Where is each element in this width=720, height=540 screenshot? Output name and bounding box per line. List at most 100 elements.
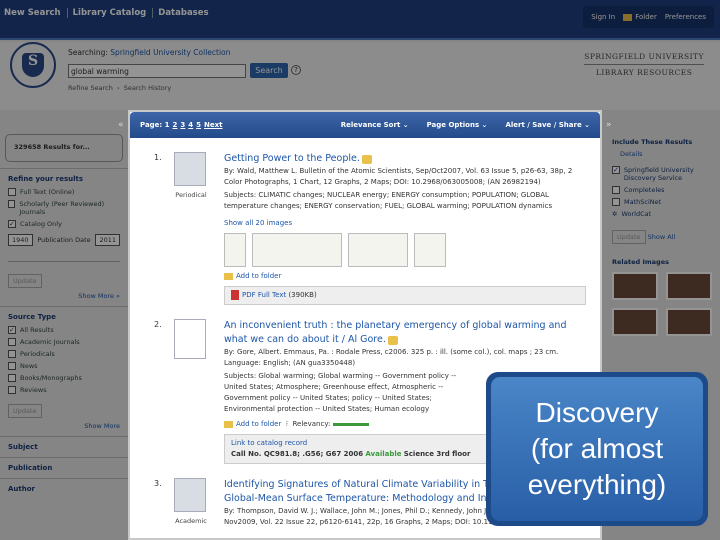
source-books[interactable]: Books/Monographs	[8, 374, 120, 382]
lock-icon	[388, 335, 399, 345]
checkbox[interactable]	[8, 200, 16, 208]
search-input[interactable]: global warming	[68, 64, 246, 78]
image-thumbnail[interactable]	[224, 233, 246, 267]
refine-search-link[interactable]: Refine Search	[68, 84, 113, 92]
nav-databases[interactable]: Databases	[152, 8, 209, 18]
source-label: Periodicals	[20, 350, 55, 358]
source-label: Springfield University Discovery Service	[623, 166, 694, 182]
facet-subject[interactable]: Subject	[0, 436, 128, 457]
page-link[interactable]: 4	[188, 121, 193, 129]
checkbox[interactable]	[612, 198, 620, 206]
relevancy-label: Relevancy:	[292, 420, 331, 428]
show-images-link[interactable]: Show all 20 images	[224, 218, 586, 229]
sign-in-link[interactable]: Sign In	[591, 13, 615, 21]
source-completeles[interactable]: Completeles	[612, 186, 710, 194]
pdf-icon	[231, 290, 239, 300]
image-thumbnail[interactable]	[414, 233, 446, 267]
facet-author[interactable]: Author	[0, 478, 128, 499]
help-icon[interactable]: ?	[291, 65, 301, 75]
result-item: 1. Periodical Getting Power to the Peopl…	[130, 152, 600, 305]
result-meta: By: Wald, Matthew L. Bulletin of the Ato…	[224, 167, 573, 186]
result-type: Academic	[175, 517, 207, 525]
pdf-full-text-link[interactable]: PDF Full Text	[242, 291, 286, 299]
update-button[interactable]: Update	[612, 230, 646, 244]
source-worldcat[interactable]: ✲ WorldCat	[612, 210, 710, 218]
call-number: Call No. QC981.8; .G56; G67 2006	[231, 450, 364, 458]
result-number: 1.	[154, 153, 162, 162]
limiter-full-text[interactable]: Full Text (Online)	[8, 188, 120, 196]
add-folder-label: Add to folder	[236, 420, 282, 428]
date-from-input[interactable]: 1940	[8, 234, 33, 246]
pagination: Page: 1 2 3 4 5 Next	[140, 121, 323, 129]
book-cover	[174, 319, 208, 363]
include-results-title[interactable]: Include These Results	[612, 138, 710, 146]
facet-publication[interactable]: Publication	[0, 457, 128, 478]
limiter-label: Scholarly (Peer Reviewed) Journals	[19, 200, 105, 216]
source-label: Completeles	[624, 186, 665, 194]
shelf-location: Science 3rd floor	[403, 450, 471, 458]
page-link[interactable]: 2	[173, 121, 178, 129]
image-thumbnail[interactable]	[348, 233, 408, 267]
collapse-right-icon[interactable]: »	[606, 120, 612, 130]
add-to-folder-link[interactable]: Add to folder	[224, 420, 281, 428]
source-type-title[interactable]: Source Type	[8, 313, 120, 321]
source-all[interactable]: ✓ All Results	[8, 326, 120, 334]
source-periodicals[interactable]: Periodicals	[8, 350, 120, 358]
limiter-scholarly[interactable]: Scholarly (Peer Reviewed) Journals	[8, 200, 120, 216]
related-images-title[interactable]: Related Images	[612, 258, 710, 266]
result-subjects: Subjects: CLIMATIC changes; NUCLEAR ener…	[224, 191, 553, 210]
add-to-folder-link[interactable]: Add to folder	[224, 271, 586, 282]
source-mathscinet[interactable]: MathSciNet	[612, 198, 710, 206]
add-folder-label: Add to folder	[236, 272, 282, 280]
collapse-left-icon[interactable]: «	[118, 120, 124, 130]
show-more-link[interactable]: Show More	[8, 422, 120, 430]
checkbox[interactable]	[8, 374, 16, 382]
nav-library-catalog[interactable]: Library Catalog	[66, 8, 146, 18]
show-more-link[interactable]: Show More »	[8, 292, 120, 300]
collection-link[interactable]: Springfield University Collection	[110, 48, 230, 57]
folder-link[interactable]: Folder	[623, 13, 657, 21]
checkbox[interactable]	[612, 186, 620, 194]
results-count[interactable]: 329658 Results for...	[5, 134, 123, 162]
left-sidebar: 329658 Results for... Refine your result…	[0, 128, 128, 540]
update-button[interactable]: Update	[8, 274, 42, 288]
search-history-link[interactable]: Search History	[124, 84, 172, 92]
checkbox[interactable]	[8, 350, 16, 358]
relevance-sort-dropdown[interactable]: Relevance Sort ⌄	[341, 121, 409, 129]
source-label: MathSciNet	[624, 198, 662, 206]
image-thumbnail[interactable]	[252, 233, 342, 267]
related-image[interactable]	[666, 272, 712, 300]
checkbox-checked[interactable]: ✓	[8, 220, 16, 228]
page-link[interactable]: 3	[180, 121, 185, 129]
alert-save-share-dropdown[interactable]: Alert / Save / Share ⌄	[505, 121, 590, 129]
preferences-link[interactable]: Preferences	[665, 13, 706, 21]
related-image[interactable]	[612, 308, 658, 336]
nav-new-search[interactable]: New Search	[4, 8, 61, 18]
checkbox[interactable]	[8, 362, 16, 370]
details-link[interactable]: Details	[620, 150, 710, 158]
search-button[interactable]: Search	[250, 63, 288, 78]
update-button[interactable]: Update	[8, 404, 42, 418]
checkbox-checked[interactable]: ✓	[612, 166, 620, 174]
page-link[interactable]: 5	[196, 121, 201, 129]
source-reviews[interactable]: Reviews	[8, 386, 120, 394]
show-all-link[interactable]: Show All	[648, 233, 676, 241]
page-options-dropdown[interactable]: Page Options ⌄	[427, 121, 488, 129]
date-slider[interactable]	[8, 252, 120, 262]
related-image[interactable]	[612, 272, 658, 300]
checkbox[interactable]	[8, 188, 16, 196]
date-to-input[interactable]: 2011	[95, 234, 120, 246]
refine-title[interactable]: Refine your results	[8, 175, 120, 183]
limiter-catalog-only[interactable]: ✓ Catalog Only	[8, 220, 120, 228]
checkbox[interactable]	[8, 386, 16, 394]
next-page-link[interactable]: Next	[204, 121, 222, 129]
checkbox[interactable]	[8, 338, 16, 346]
result-title[interactable]: Getting Power to the People.	[224, 153, 360, 164]
checkbox-checked[interactable]: ✓	[8, 326, 16, 334]
related-image[interactable]	[666, 308, 712, 336]
source-type-section: Source Type ✓ All Results Academic Journa…	[0, 306, 128, 436]
source-news[interactable]: News	[8, 362, 120, 370]
brand-line-2: LIBRARY RESOURCES	[595, 68, 693, 77]
source-discovery-service[interactable]: ✓ Springfield University Discovery Servic…	[612, 166, 710, 182]
source-academic[interactable]: Academic Journals	[8, 338, 120, 346]
